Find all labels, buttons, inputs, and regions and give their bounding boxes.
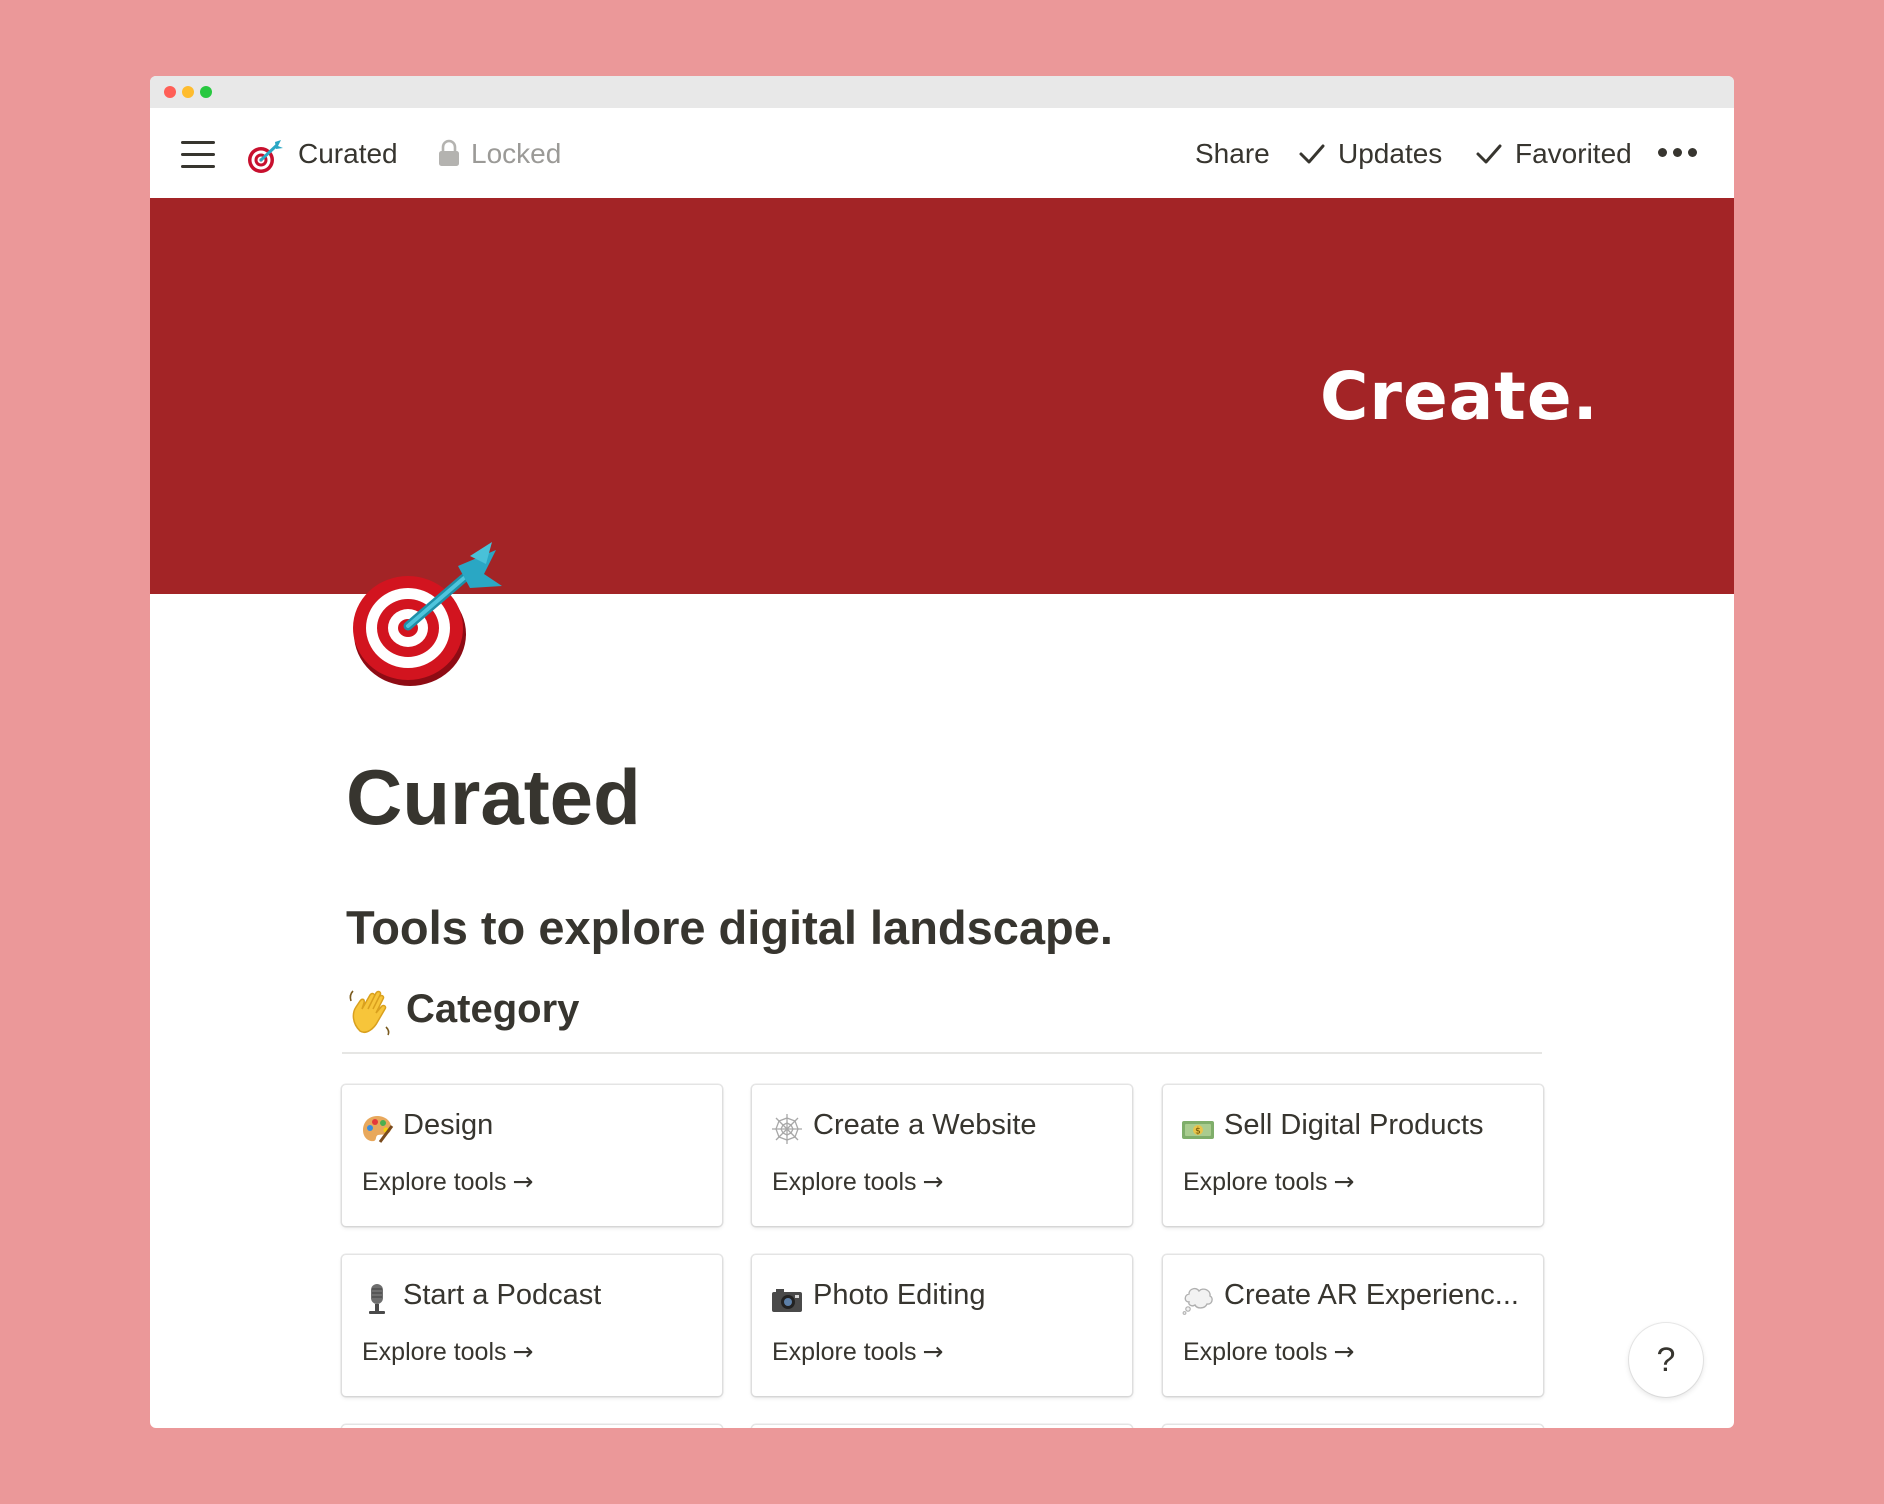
gallery-card[interactable] xyxy=(1163,1425,1543,1428)
target-dart-icon[interactable] xyxy=(346,538,506,688)
gallery-card[interactable] xyxy=(752,1425,1132,1428)
minimize-window-button[interactable] xyxy=(182,86,194,98)
window-titlebar xyxy=(150,76,1734,108)
explore-tools-label: Explore tools xyxy=(362,1168,507,1196)
explore-tools-link[interactable]: Explore tools → xyxy=(772,1337,943,1367)
gallery-card[interactable]: Create a Website Explore tools → xyxy=(752,1085,1132,1226)
explore-tools-label: Explore tools xyxy=(772,1168,917,1196)
browser-window: Curated Locked Share Updates Favorited C… xyxy=(150,76,1734,1428)
explore-tools-link[interactable]: Explore tools → xyxy=(772,1167,943,1197)
explore-tools-link[interactable]: Explore tools → xyxy=(362,1337,533,1367)
waving-hand-icon xyxy=(349,990,390,1036)
arrow-right-icon: → xyxy=(512,1337,534,1366)
page-title: Curated xyxy=(346,753,641,841)
favorited-button[interactable]: Favorited xyxy=(1515,138,1632,170)
explore-tools-link[interactable]: Explore tools → xyxy=(1183,1337,1354,1367)
card-title: Create AR Experienc... xyxy=(1224,1279,1519,1311)
page-topbar: Curated Locked Share Updates Favorited xyxy=(150,108,1734,198)
camera-icon xyxy=(772,1289,802,1312)
card-title: Start a Podcast xyxy=(403,1279,602,1311)
explore-tools-label: Explore tools xyxy=(1183,1168,1328,1196)
lock-icon xyxy=(439,139,459,166)
gallery-card[interactable] xyxy=(342,1425,722,1428)
more-options-button[interactable] xyxy=(1658,148,1698,158)
microphone-icon xyxy=(369,1284,385,1314)
target-dart-icon xyxy=(248,140,283,173)
cover-text: Create. xyxy=(1320,358,1599,435)
explore-tools-label: Explore tools xyxy=(1183,1338,1328,1366)
explore-tools-link[interactable]: Explore tools → xyxy=(362,1167,533,1197)
palette-icon xyxy=(363,1116,394,1143)
spider-web-icon xyxy=(772,1114,802,1144)
gallery-card[interactable]: Create AR Experienc... Explore tools → xyxy=(1163,1255,1543,1396)
breadcrumb-page-title[interactable]: Curated xyxy=(298,138,398,170)
gallery-card[interactable]: Start a Podcast Explore tools → xyxy=(342,1255,722,1396)
arrow-right-icon: → xyxy=(512,1167,534,1196)
explore-tools-label: Explore tools xyxy=(362,1338,507,1366)
card-title: Design xyxy=(403,1109,494,1141)
share-button[interactable]: Share xyxy=(1195,138,1270,170)
help-button[interactable]: ? xyxy=(1629,1323,1703,1397)
explore-tools-link[interactable]: Explore tools → xyxy=(1183,1167,1354,1197)
card-title: Photo Editing xyxy=(813,1279,986,1311)
close-window-button[interactable] xyxy=(164,86,176,98)
thought-bubble-icon xyxy=(1182,1287,1213,1315)
page-subtitle: Tools to explore digital landscape. xyxy=(346,901,1113,954)
money-icon: $ xyxy=(1182,1121,1214,1139)
updates-button[interactable]: Updates xyxy=(1338,138,1442,170)
gallery-card[interactable]: Photo Editing Explore tools → xyxy=(752,1255,1132,1396)
gallery-card[interactable]: $ Sell Digital Products Explore tools → xyxy=(1163,1085,1543,1226)
divider xyxy=(342,1052,1542,1054)
check-icon xyxy=(1299,144,1325,164)
locked-status: Locked xyxy=(471,138,562,169)
page-cover: Create. xyxy=(150,198,1734,594)
category-label: Category xyxy=(406,987,580,1031)
arrow-right-icon: → xyxy=(922,1337,944,1366)
explore-tools-label: Explore tools xyxy=(772,1338,917,1366)
arrow-right-icon: → xyxy=(922,1167,944,1196)
arrow-right-icon: → xyxy=(1333,1167,1355,1196)
sidebar-toggle-button[interactable] xyxy=(181,141,215,169)
card-title: Create a Website xyxy=(813,1109,1037,1141)
check-icon xyxy=(1476,144,1502,164)
maximize-window-button[interactable] xyxy=(200,86,212,98)
card-title: Sell Digital Products xyxy=(1224,1109,1484,1141)
gallery-card[interactable]: Design Explore tools → xyxy=(342,1085,722,1226)
arrow-right-icon: → xyxy=(1333,1337,1355,1366)
svg-text:$: $ xyxy=(1195,1127,1201,1137)
